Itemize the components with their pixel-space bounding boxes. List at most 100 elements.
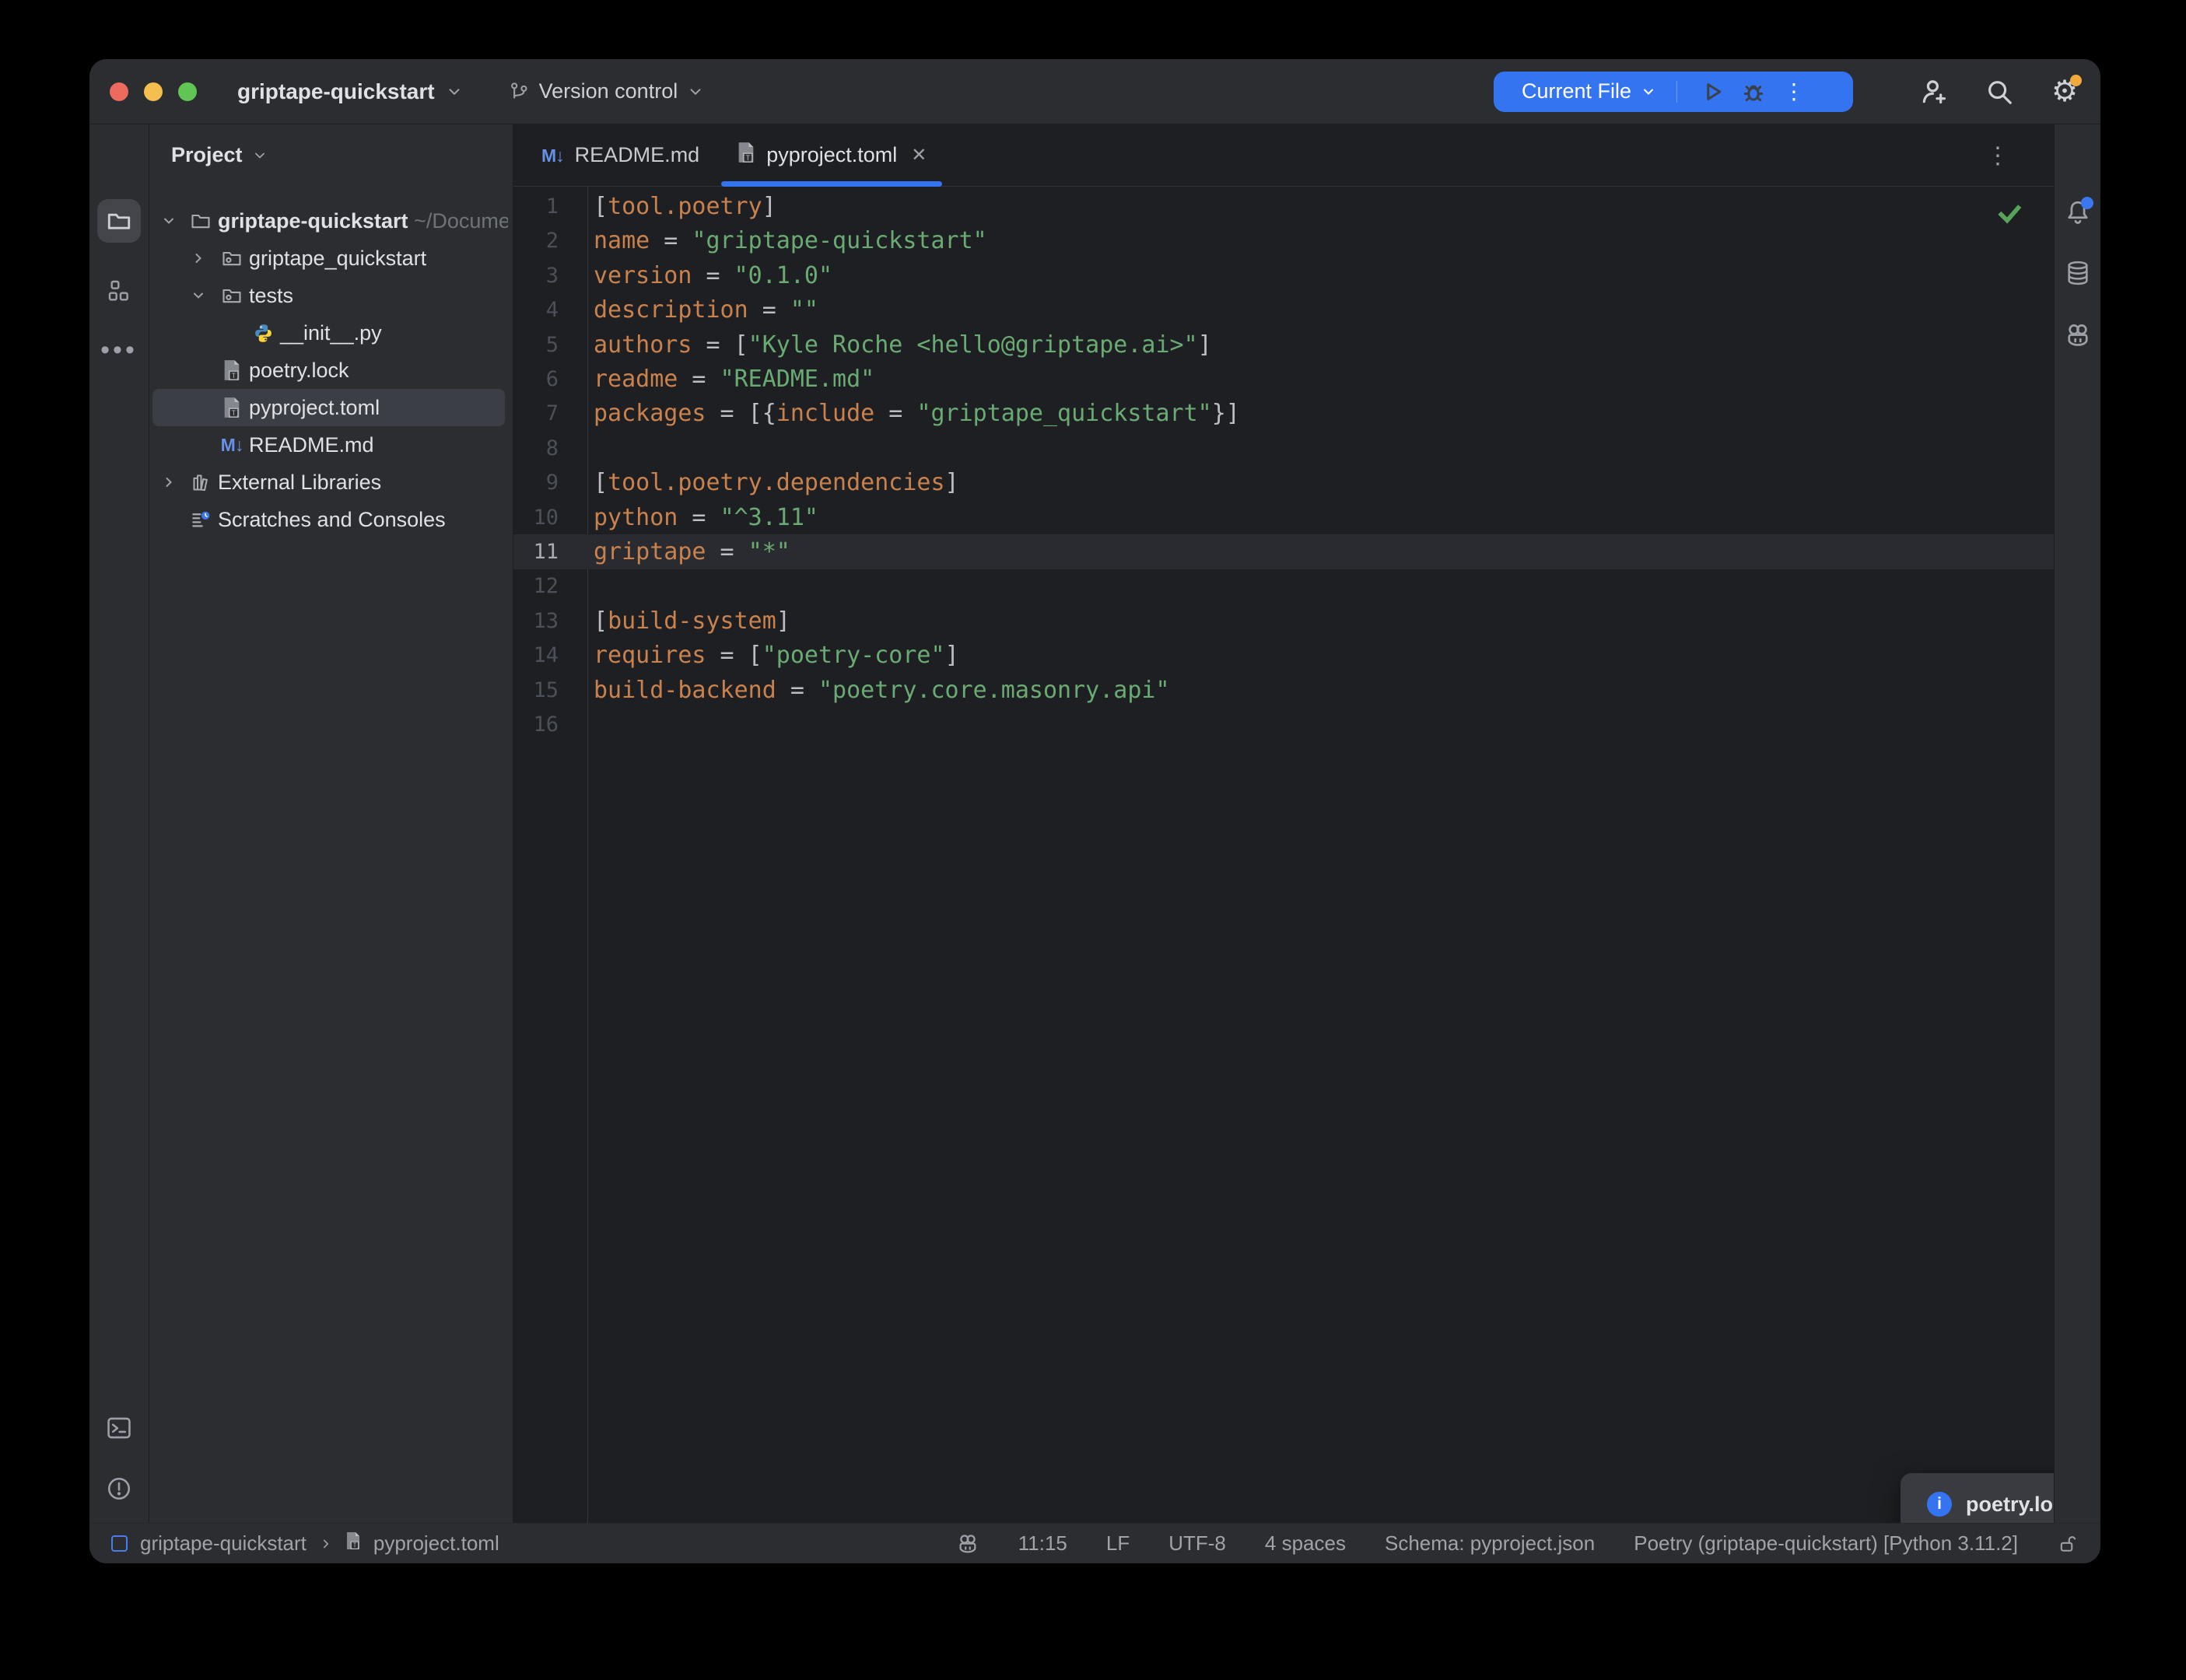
code-with-me-button[interactable] xyxy=(1918,76,1950,107)
code-line-4[interactable]: description = "" xyxy=(594,292,2054,327)
code-token: build-backend xyxy=(594,677,776,704)
bug-icon xyxy=(1742,80,1765,103)
tree-item--init-py[interactable]: __init__.py xyxy=(149,314,508,352)
more-run-actions-button[interactable]: ⋮ xyxy=(1774,79,1814,104)
code-token: = xyxy=(678,504,720,531)
structure-icon xyxy=(107,278,131,303)
chevron-right-icon xyxy=(319,1537,333,1551)
schema-widget[interactable]: Schema: pyproject.json xyxy=(1385,1531,1595,1556)
code-token: description xyxy=(594,296,748,324)
line-number[interactable]: 2 xyxy=(513,223,559,258)
code-token: python xyxy=(594,504,678,531)
close-tab-icon[interactable]: ✕ xyxy=(911,144,927,166)
debug-button[interactable] xyxy=(1733,80,1774,103)
line-number[interactable]: 8 xyxy=(513,431,559,466)
readonly-toggle[interactable] xyxy=(2057,1533,2079,1555)
close-window-button[interactable] xyxy=(110,82,128,101)
settings-button[interactable]: ⚙ xyxy=(2049,76,2080,107)
settings-notification-dot xyxy=(2070,75,2082,86)
code-line-12[interactable] xyxy=(594,569,2054,604)
terminal-icon xyxy=(106,1415,132,1441)
zoom-window-button[interactable] xyxy=(178,82,197,101)
code-line-6[interactable]: readme = "README.md" xyxy=(594,362,2054,397)
tree-item-tests[interactable]: tests xyxy=(149,277,508,314)
more-icon: ••• xyxy=(100,335,138,366)
run-configuration-label: Current File xyxy=(1522,79,1631,103)
project-panel-header[interactable]: Project xyxy=(171,143,268,167)
code-line-16[interactable] xyxy=(594,707,2054,742)
copilot-status-button[interactable] xyxy=(956,1532,979,1556)
notifications-tool-button[interactable] xyxy=(2058,192,2098,233)
tree-item-label: griptape_quickstart xyxy=(249,247,426,271)
more-tools-button[interactable]: ••• xyxy=(97,328,141,372)
module-icon xyxy=(111,1535,128,1552)
code-line-13[interactable]: [build-system] xyxy=(594,604,2054,639)
line-number[interactable]: 5 xyxy=(513,327,559,362)
line-number[interactable]: 10 xyxy=(513,500,559,535)
search-everywhere-button[interactable] xyxy=(1984,76,2015,107)
minimize-window-button[interactable] xyxy=(144,82,163,101)
line-number[interactable]: 9 xyxy=(513,465,559,500)
code-line-11[interactable]: griptape = "*" xyxy=(594,534,2054,569)
line-number[interactable]: 15 xyxy=(513,673,559,708)
code-line-5[interactable]: authors = ["Kyle Roche <hello@griptape.a… xyxy=(594,327,2054,362)
caret-position-widget[interactable]: 11:15 xyxy=(1018,1531,1067,1556)
tree-item-griptape-quickstart[interactable]: griptape-quickstart ~/Docume xyxy=(149,202,508,240)
project-widget[interactable]: griptape-quickstart xyxy=(237,79,463,104)
line-number[interactable]: 13 xyxy=(513,604,559,639)
tree-item-poetry-lock[interactable]: [T]poetry.lock xyxy=(149,352,508,389)
tree-toggle[interactable] xyxy=(188,288,208,303)
database-tool-button[interactable] xyxy=(2058,253,2098,293)
line-number[interactable]: 11 xyxy=(513,534,559,569)
code-token: = xyxy=(650,227,692,254)
code-line-8[interactable] xyxy=(594,431,2054,466)
code-line-2[interactable]: name = "griptape-quickstart" xyxy=(594,223,2054,258)
project-tool-button[interactable] xyxy=(97,199,141,243)
inspections-widget[interactable] xyxy=(1996,201,2023,231)
ai-assistant-tool-button[interactable] xyxy=(2058,315,2098,355)
code-token: ] xyxy=(945,642,959,669)
tree-toggle[interactable] xyxy=(159,213,179,229)
code-line-3[interactable]: version = "0.1.0" xyxy=(594,258,2054,293)
tab-pyproject-toml[interactable]: [T]pyproject.toml✕ xyxy=(718,124,945,186)
line-number[interactable]: 4 xyxy=(513,292,559,327)
tab-options-button[interactable]: ⋮ xyxy=(1982,140,2013,171)
structure-tool-button[interactable] xyxy=(97,269,141,313)
line-number[interactable]: 3 xyxy=(513,258,559,293)
problems-icon xyxy=(106,1475,132,1502)
code-line-14[interactable]: requires = ["poetry-core"] xyxy=(594,638,2054,673)
tree-item-scratches-and-consoles[interactable]: Scratches and Consoles xyxy=(149,501,508,538)
problems-tool-button[interactable] xyxy=(97,1467,141,1510)
tree-item-external-libraries[interactable]: External Libraries xyxy=(149,464,508,501)
code-line-1[interactable]: [tool.poetry] xyxy=(594,189,2054,224)
code-line-7[interactable]: packages = [{include = "griptape_quickst… xyxy=(594,396,2054,431)
line-number[interactable]: 16 xyxy=(513,707,559,742)
line-number[interactable]: 7 xyxy=(513,396,559,431)
line-number[interactable]: 6 xyxy=(513,362,559,397)
gutter-divider xyxy=(587,187,588,1523)
interpreter-widget[interactable]: Poetry (griptape-quickstart) [Python 3.1… xyxy=(1634,1531,2018,1556)
tree-toggle[interactable] xyxy=(159,474,179,490)
code-line-9[interactable]: [tool.poetry.dependencies] xyxy=(594,465,2054,500)
run-button[interactable] xyxy=(1693,80,1733,103)
line-number[interactable]: 14 xyxy=(513,638,559,673)
tree-item-pyproject-toml[interactable]: [T]pyproject.toml xyxy=(149,389,508,426)
breadcrumb-file[interactable]: pyproject.toml xyxy=(373,1531,499,1556)
tree-toggle[interactable] xyxy=(188,250,208,266)
line-number[interactable]: 12 xyxy=(513,569,559,604)
tree-item-griptape-quickstart[interactable]: griptape_quickstart xyxy=(149,240,508,277)
run-configuration-selector[interactable]: Current File xyxy=(1522,79,1656,103)
tree-item-readme-md[interactable]: M↓README.md xyxy=(149,426,508,464)
tree-item-label: tests xyxy=(249,284,293,308)
tab-readme-md[interactable]: M↓README.md xyxy=(523,124,718,186)
code-line-10[interactable]: python = "^3.11" xyxy=(594,500,2054,535)
chevron-down-icon xyxy=(252,148,268,163)
terminal-tool-button[interactable] xyxy=(97,1406,141,1450)
breadcrumb-project[interactable]: griptape-quickstart xyxy=(140,1531,307,1556)
vcs-widget[interactable]: Version control xyxy=(508,79,705,103)
line-number[interactable]: 1 xyxy=(513,189,559,224)
line-separator-widget[interactable]: LF xyxy=(1106,1531,1130,1556)
encoding-widget[interactable]: UTF-8 xyxy=(1168,1531,1226,1556)
code-line-15[interactable]: build-backend = "poetry.core.masonry.api… xyxy=(594,673,2054,708)
indent-widget[interactable]: 4 spaces xyxy=(1265,1531,1346,1556)
